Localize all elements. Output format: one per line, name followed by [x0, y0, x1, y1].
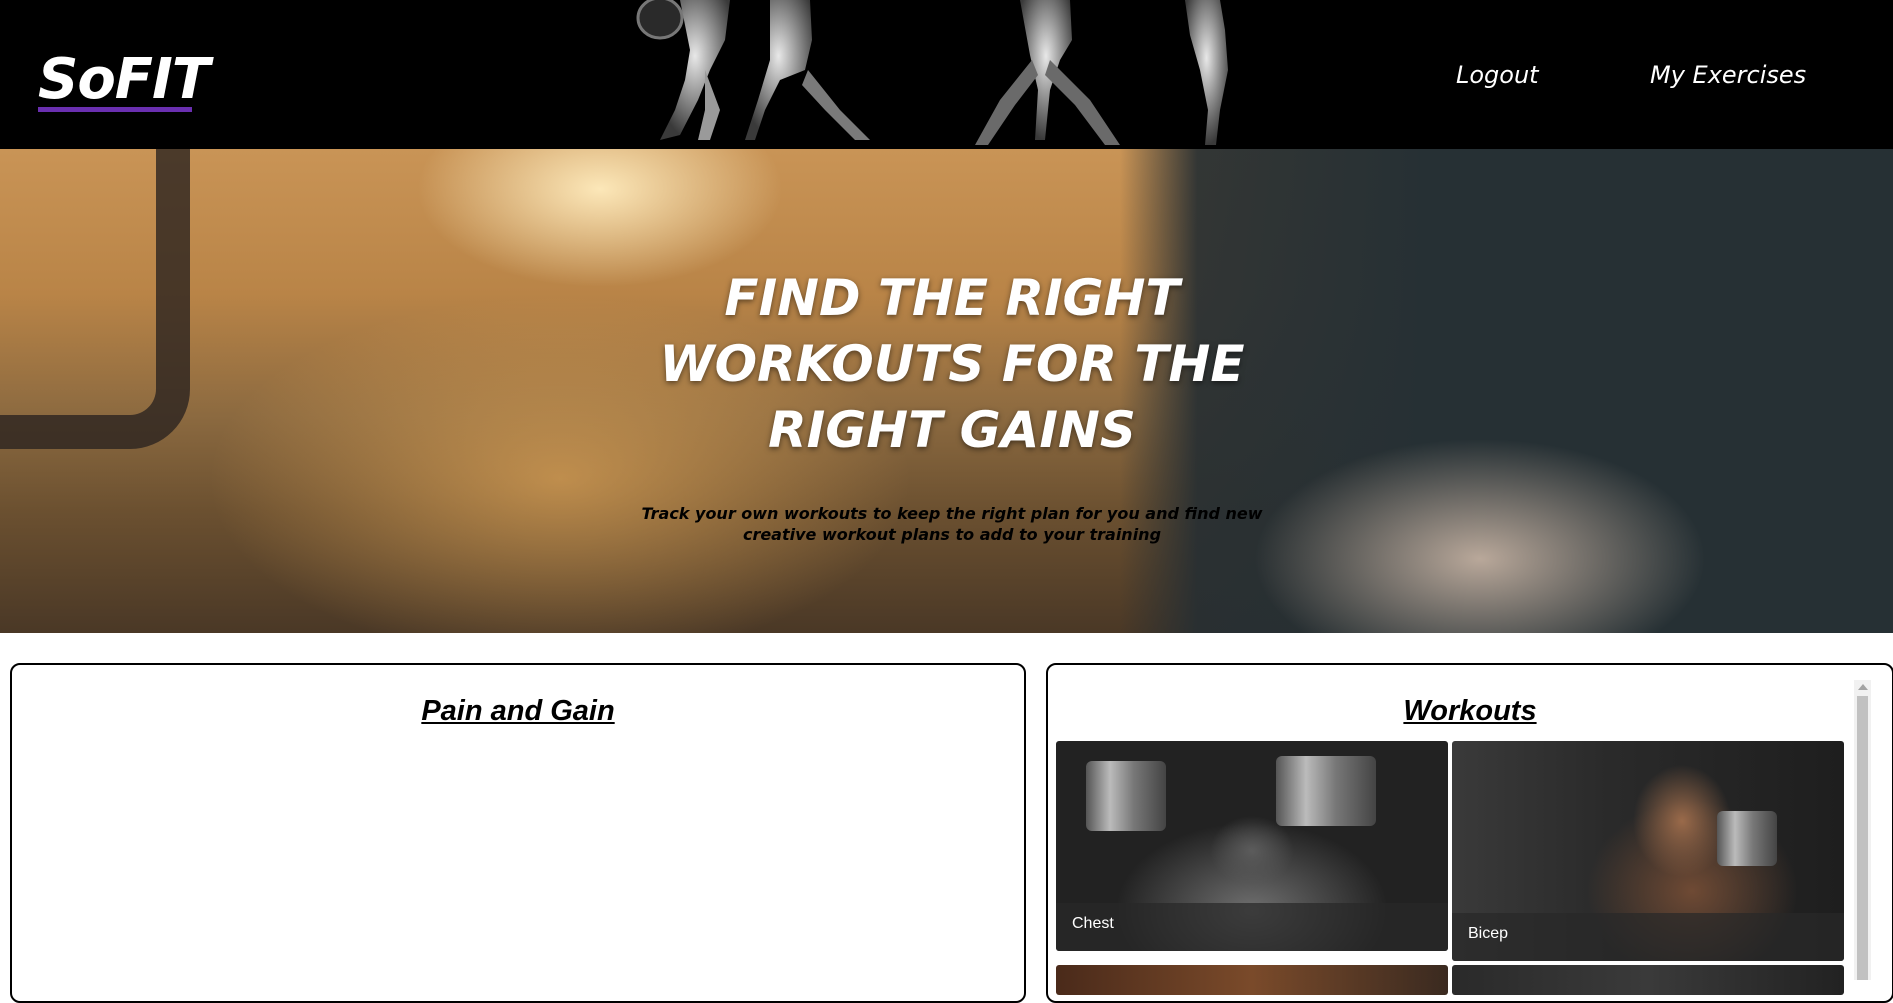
site-logo[interactable]: SoFIT [38, 48, 210, 112]
dumbbell-left-icon [1086, 761, 1166, 831]
dumbbell-right-icon [1276, 756, 1376, 826]
workouts-title: Workouts [1403, 695, 1537, 727]
dumbbell-icon [1717, 811, 1777, 866]
logo-underline [38, 107, 192, 112]
scrollbar-thumb[interactable] [1857, 696, 1868, 980]
card-label-overlay [1452, 913, 1844, 961]
athlete-figure-4 [1185, 0, 1228, 145]
site-header: SoFIT Logout My Exercises [0, 0, 1893, 149]
pain-and-gain-panel: Pain and Gain [10, 663, 1026, 1003]
pain-and-gain-title: Pain and Gain [421, 695, 615, 727]
header-athletes-image [636, 0, 1228, 145]
card-label-overlay [1056, 903, 1448, 951]
scroll-up-arrow-icon[interactable] [1858, 684, 1868, 690]
nav-logout-link[interactable]: Logout [1456, 60, 1539, 90]
athlete-figure-2 [745, 0, 812, 140]
workout-card-row2-left[interactable] [1056, 965, 1448, 995]
workout-card-row2-right[interactable] [1452, 965, 1844, 995]
card-label-bicep: Bicep [1468, 925, 1509, 942]
workout-card-chest[interactable]: Chest [1056, 741, 1448, 951]
card-label-chest: Chest [1072, 915, 1114, 932]
hero-title: FIND THE RIGHT WORKOUTS FOR THE RIGHT GA… [659, 269, 1245, 459]
workouts-scrollbar[interactable] [1854, 680, 1871, 980]
barbell-plate-icon [636, 0, 684, 40]
hero-bench-frame [0, 149, 190, 449]
workout-card-bicep[interactable]: Bicep [1452, 741, 1844, 961]
nav-my-exercises-link[interactable]: My Exercises [1650, 60, 1806, 90]
hero-subtitle: Track your own workouts to keep the righ… [641, 504, 1263, 544]
hero-banner: FIND THE RIGHT WORKOUTS FOR THE RIGHT GA… [0, 149, 1893, 633]
